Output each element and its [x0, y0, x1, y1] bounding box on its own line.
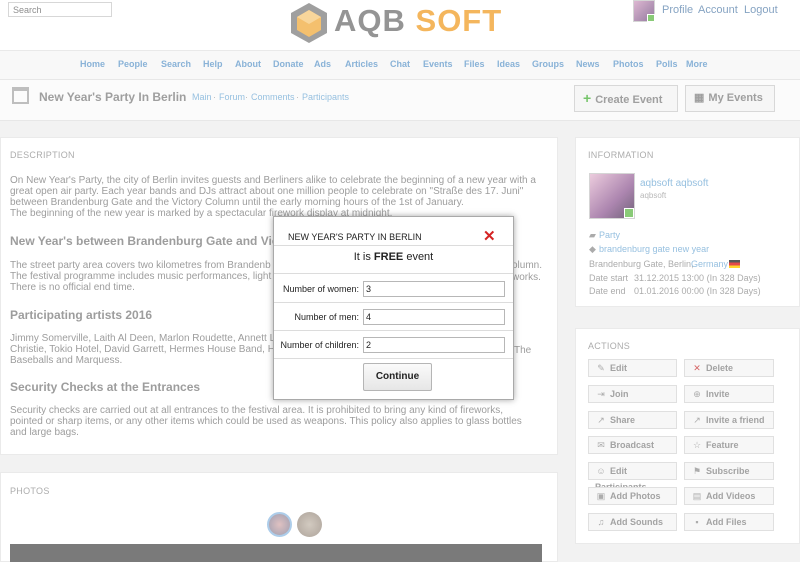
divider	[274, 358, 513, 359]
price-badge: FREE	[373, 251, 404, 263]
men-label: Number of men:	[294, 312, 359, 322]
subtitle-prefix: It is	[353, 251, 374, 263]
children-count-input[interactable]: 2	[363, 337, 505, 353]
divider	[274, 330, 513, 331]
dialog-title: NEW YEAR'S PARTY IN BERLIN	[288, 232, 422, 242]
continue-button[interactable]: Continue	[363, 363, 432, 391]
participants-dialog: NEW YEAR'S PARTY IN BERLIN ✕ It is FREE …	[273, 216, 514, 400]
women-label: Number of women:	[282, 284, 359, 294]
children-label: Number of children:	[280, 340, 359, 350]
dialog-subtitle: It is FREE event	[274, 251, 513, 263]
women-count-input[interactable]: 3	[363, 281, 505, 297]
close-icon[interactable]: ✕	[483, 227, 496, 245]
subtitle-suffix: event	[403, 251, 434, 263]
divider	[274, 302, 513, 303]
divider	[274, 273, 513, 274]
men-count-input[interactable]: 4	[363, 309, 505, 325]
divider	[274, 245, 513, 246]
